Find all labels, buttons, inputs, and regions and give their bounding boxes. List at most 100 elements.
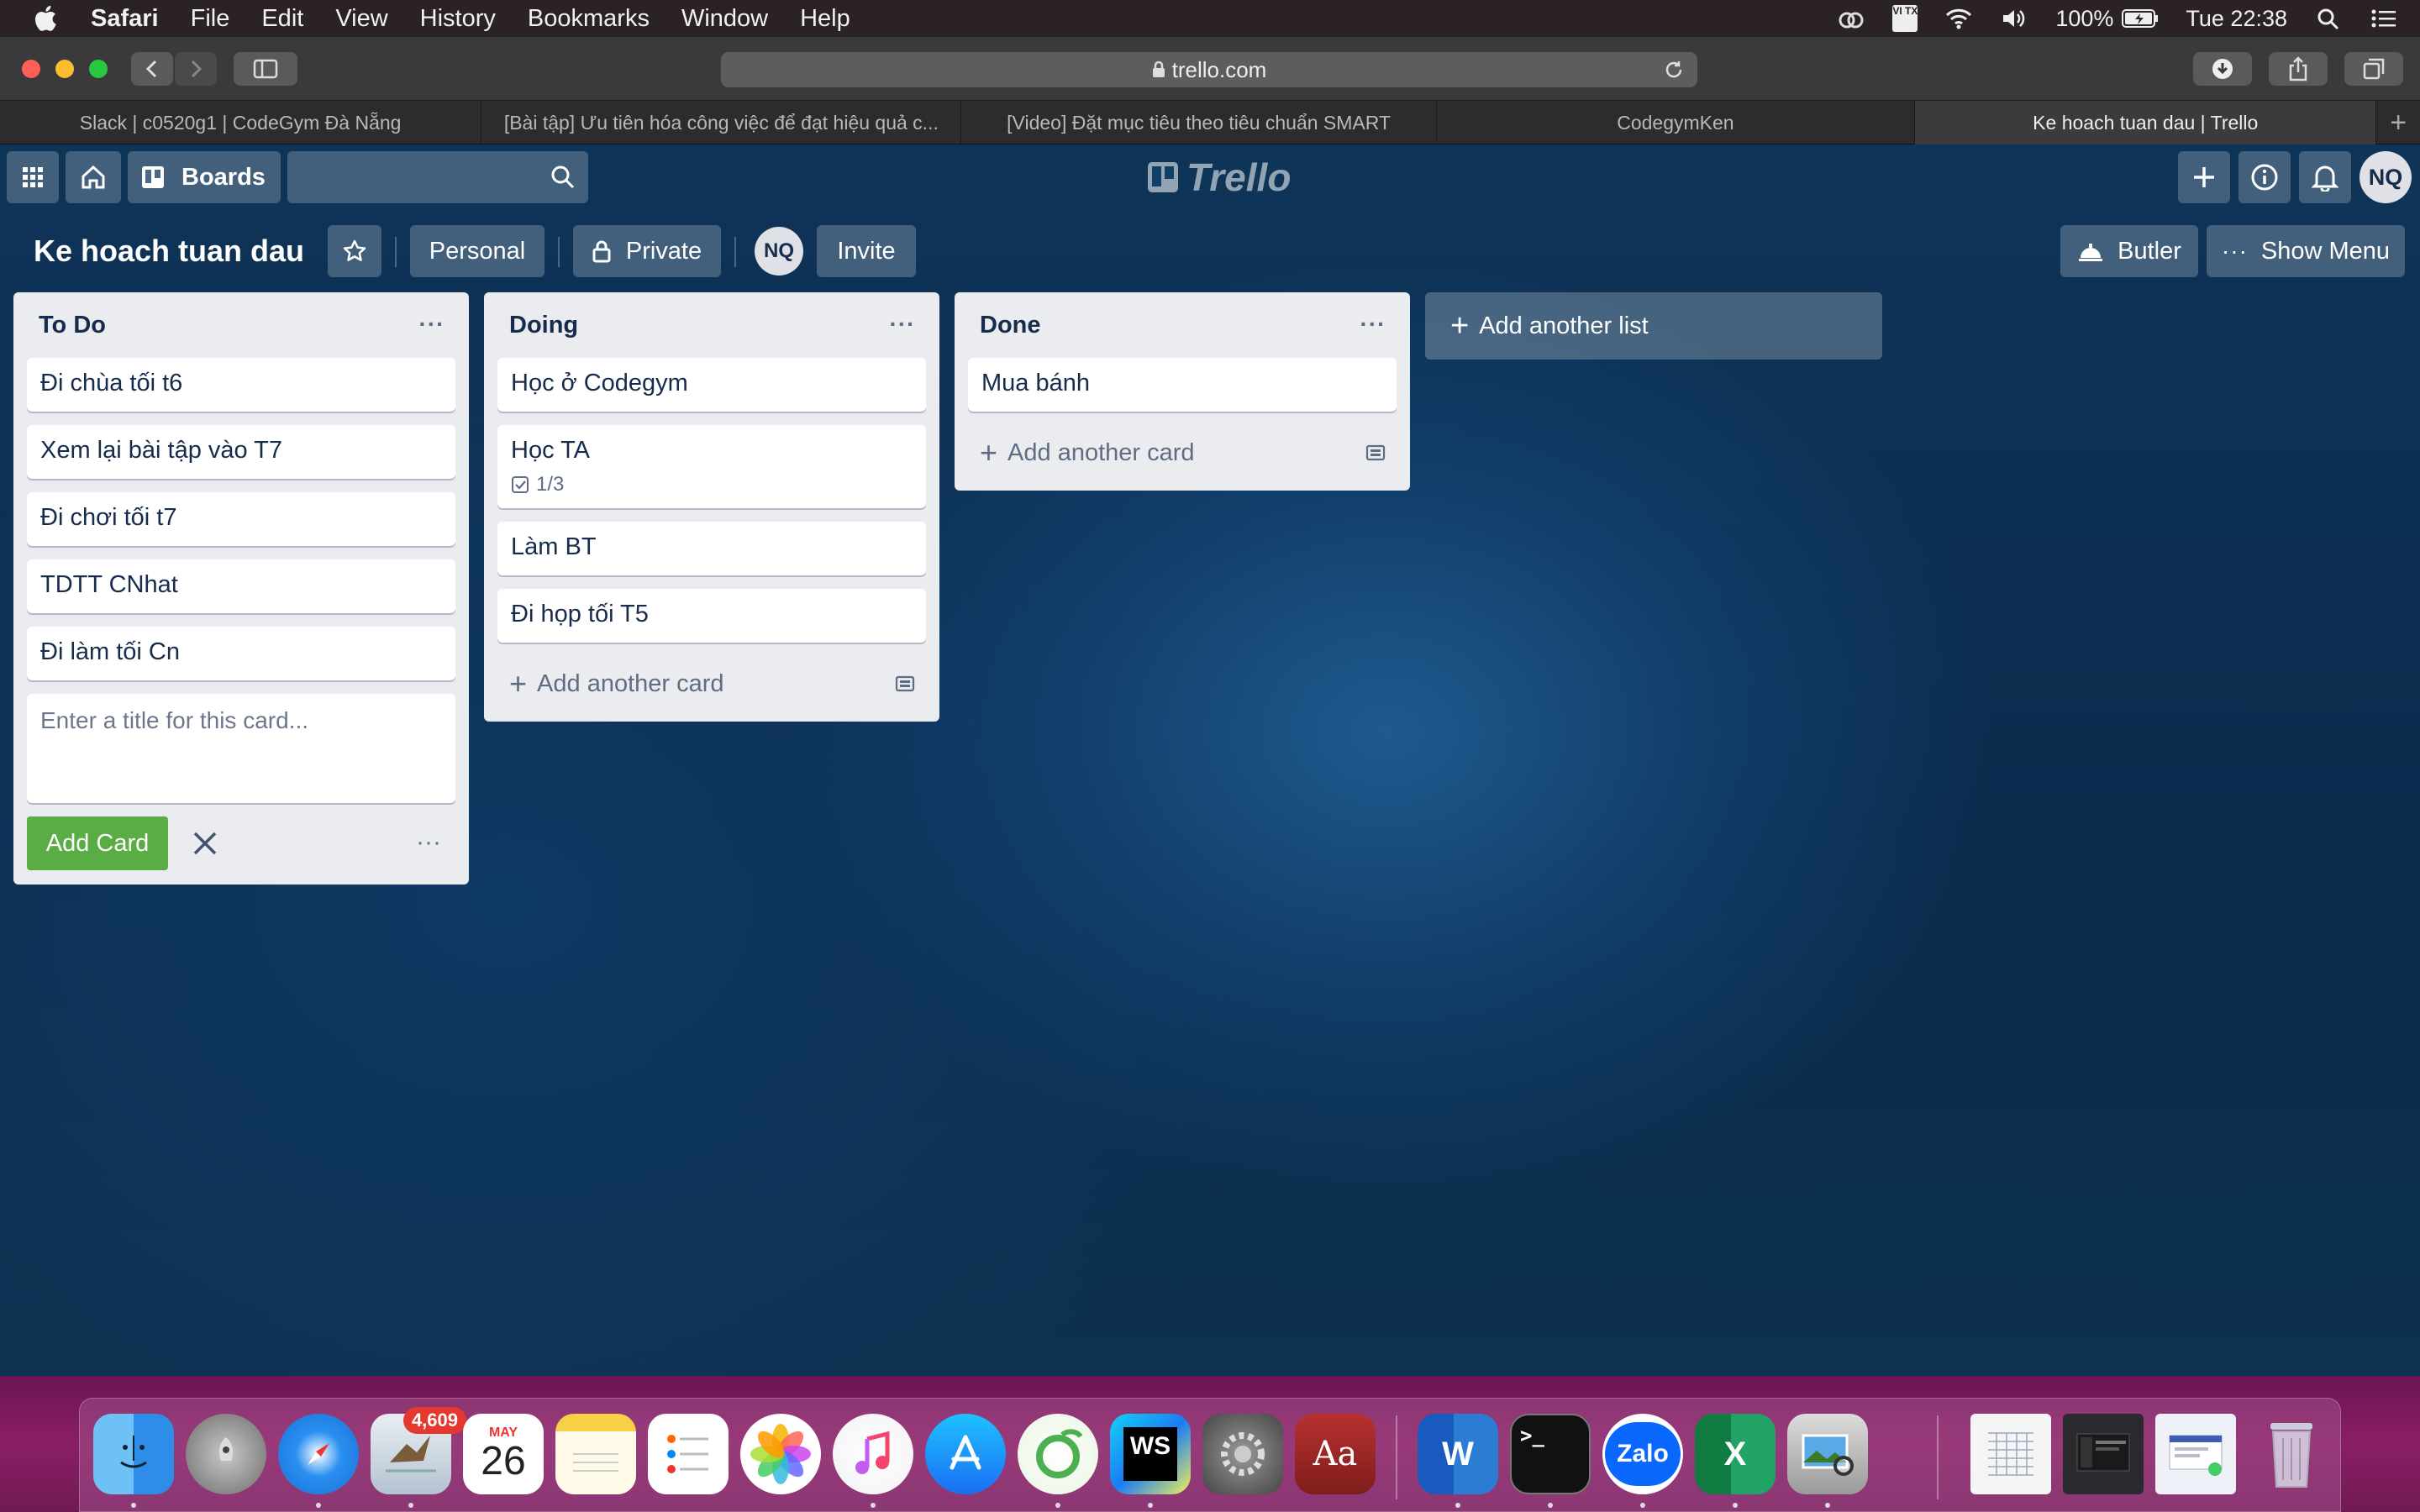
- word-icon[interactable]: W: [1418, 1414, 1498, 1494]
- card[interactable]: Đi họp tối T5: [497, 589, 926, 643]
- search-input[interactable]: [287, 151, 588, 203]
- tab-trello-active[interactable]: Ke hoach tuan dau | Trello: [1915, 101, 2377, 144]
- add-another-card-button[interactable]: + Add another card: [484, 656, 939, 711]
- launchpad-icon[interactable]: [186, 1414, 266, 1494]
- list-header[interactable]: Done ···: [955, 292, 1410, 358]
- safari-icon[interactable]: [278, 1414, 359, 1494]
- input-source-icon[interactable]: VI TX: [1892, 5, 1918, 32]
- butler-button[interactable]: Butler: [2060, 225, 2198, 277]
- excel-icon[interactable]: X: [1695, 1414, 1776, 1494]
- tab-slack[interactable]: Slack | c0520g1 | CodeGym Đà Nẵng: [0, 101, 482, 144]
- card-title-input[interactable]: Enter a title for this card...: [27, 694, 455, 803]
- list-header[interactable]: To Do ···: [13, 292, 469, 358]
- notification-center-icon[interactable]: [2370, 6, 2398, 31]
- app-store-icon[interactable]: [925, 1414, 1006, 1494]
- downloads-stack-icon[interactable]: [2155, 1414, 2236, 1494]
- invite-button[interactable]: Invite: [817, 225, 916, 277]
- user-avatar[interactable]: NQ: [2360, 151, 2412, 203]
- menu-bookmarks[interactable]: Bookmarks: [528, 5, 650, 33]
- window-close-button[interactable]: [22, 60, 40, 78]
- card[interactable]: Đi chùa tối t6: [27, 358, 455, 412]
- tab-video-smart[interactable]: [Video] Đặt mục tiêu theo tiêu chuẩn SMA…: [961, 101, 1437, 144]
- creative-cloud-icon[interactable]: [1837, 6, 1865, 31]
- visibility-button[interactable]: Private: [573, 225, 721, 277]
- downloads-button[interactable]: [2193, 52, 2252, 86]
- star-board-button[interactable]: [328, 225, 381, 277]
- trash-icon[interactable]: [2251, 1414, 2332, 1494]
- info-button[interactable]: [2238, 151, 2291, 203]
- add-card-button[interactable]: Add Card: [27, 816, 168, 870]
- menu-window[interactable]: Window: [681, 5, 768, 33]
- show-menu-button[interactable]: ··· Show Menu: [2207, 225, 2405, 277]
- list-menu-icon[interactable]: ···: [415, 311, 449, 337]
- coccoc-icon[interactable]: [1018, 1414, 1098, 1494]
- apple-menu-icon[interactable]: [32, 3, 62, 34]
- tab-codegymken[interactable]: CodegymKen: [1437, 101, 1916, 144]
- address-bar[interactable]: trello.com: [721, 52, 1697, 87]
- member-avatar[interactable]: NQ: [755, 227, 803, 276]
- card[interactable]: Đi làm tối Cn: [27, 627, 455, 680]
- forward-button[interactable]: [175, 52, 217, 86]
- create-button[interactable]: [2178, 151, 2230, 203]
- card-template-icon[interactable]: [1365, 443, 1386, 463]
- finder-icon[interactable]: [93, 1414, 174, 1494]
- boards-button[interactable]: Boards: [128, 151, 281, 203]
- volume-icon[interactable]: [2000, 6, 2028, 31]
- menu-history[interactable]: History: [420, 5, 496, 33]
- menu-app-name[interactable]: Safari: [91, 5, 159, 33]
- screenshot-folder-icon[interactable]: [2063, 1414, 2144, 1494]
- menu-edit[interactable]: Edit: [261, 5, 303, 33]
- add-another-list-button[interactable]: + Add another list: [1425, 292, 1882, 360]
- reminders-icon[interactable]: [648, 1414, 729, 1494]
- list-menu-icon[interactable]: ···: [886, 311, 919, 337]
- apps-switcher-button[interactable]: [7, 151, 59, 203]
- wifi-icon[interactable]: [1944, 6, 1973, 31]
- list-title[interactable]: Doing: [509, 312, 578, 339]
- reload-icon[interactable]: [1664, 60, 1684, 80]
- dictionary-icon[interactable]: Aa: [1295, 1414, 1376, 1494]
- clock[interactable]: Tue 22:38: [2186, 6, 2287, 32]
- back-button[interactable]: [131, 52, 173, 86]
- list-menu-icon[interactable]: ···: [1356, 311, 1390, 337]
- card[interactable]: Học ở Codegym: [497, 358, 926, 412]
- trello-logo[interactable]: Trello: [1146, 155, 1291, 199]
- music-icon[interactable]: [833, 1414, 913, 1494]
- menu-view[interactable]: View: [335, 5, 387, 33]
- team-button[interactable]: Personal: [410, 225, 544, 277]
- home-button[interactable]: [66, 151, 121, 203]
- list-header[interactable]: Doing ···: [484, 292, 939, 358]
- notifications-button[interactable]: [2299, 151, 2351, 203]
- menu-help[interactable]: Help: [800, 5, 850, 33]
- tab-bai-tap[interactable]: [Bài tập] Ưu tiên hóa công việc để đạt h…: [481, 101, 962, 144]
- preview-icon[interactable]: [1787, 1414, 1868, 1494]
- notes-icon[interactable]: [555, 1414, 636, 1494]
- share-button[interactable]: [2269, 52, 2328, 86]
- battery-icon[interactable]: [2122, 8, 2159, 29]
- xlsx-document-icon[interactable]: [1970, 1414, 2051, 1494]
- board-title[interactable]: Ke hoach tuan dau: [34, 225, 304, 277]
- list-title[interactable]: Done: [980, 312, 1041, 339]
- spotlight-search-icon[interactable]: [2314, 6, 2343, 31]
- window-zoom-button[interactable]: [89, 60, 108, 78]
- card[interactable]: Mua bánh: [968, 358, 1397, 412]
- sidebar-toggle-button[interactable]: [234, 52, 297, 86]
- window-minimize-button[interactable]: [55, 60, 74, 78]
- card[interactable]: Đi chơi tối t7: [27, 492, 455, 546]
- add-another-card-button[interactable]: + Add another card: [955, 425, 1410, 480]
- menu-file[interactable]: File: [191, 5, 230, 33]
- card-template-icon[interactable]: [894, 674, 916, 694]
- card[interactable]: TDTT CNhat: [27, 559, 455, 613]
- list-title[interactable]: To Do: [39, 312, 106, 339]
- tab-overview-button[interactable]: [2344, 52, 2403, 86]
- zalo-icon[interactable]: Zalo: [1602, 1414, 1683, 1494]
- calendar-icon[interactable]: MAY 26: [463, 1414, 544, 1494]
- mail-icon[interactable]: 4,609: [371, 1407, 466, 1494]
- terminal-icon[interactable]: >_: [1510, 1414, 1591, 1494]
- webstorm-icon[interactable]: WS: [1110, 1414, 1191, 1494]
- close-icon[interactable]: [188, 827, 222, 860]
- card-with-checklist[interactable]: Học TA 1/3: [497, 425, 926, 508]
- new-tab-button[interactable]: +: [2376, 101, 2420, 144]
- photos-icon[interactable]: [740, 1414, 821, 1494]
- card[interactable]: Làm BT: [497, 522, 926, 575]
- card[interactable]: Xem lại bài tập vào T7: [27, 425, 455, 479]
